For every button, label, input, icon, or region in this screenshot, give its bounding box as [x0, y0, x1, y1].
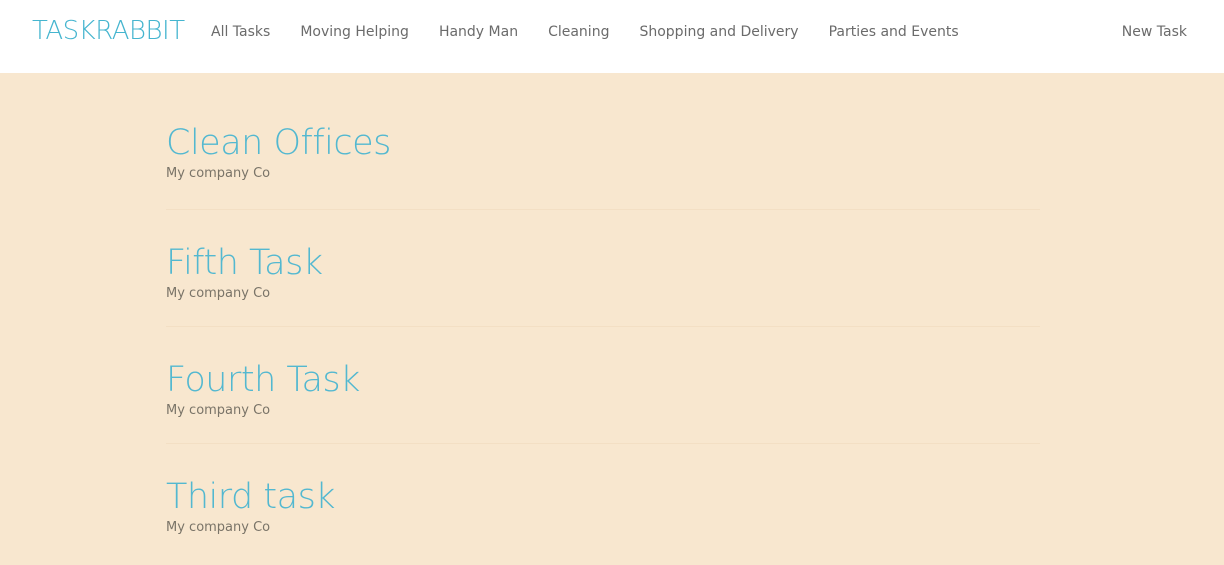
nav-link-handy-man[interactable]: Handy Man [439, 24, 518, 40]
task-company: My company Co [166, 520, 271, 535]
task-company: My company Co [166, 286, 271, 301]
list-item: Fourth Task My company Co [166, 327, 1040, 444]
list-item: Third task My company Co [166, 444, 1040, 561]
brand-logo-link[interactable]: TASKRABBIT [32, 16, 185, 46]
task-company: My company Co [166, 166, 271, 181]
task-title-link[interactable]: Clean Offices [166, 123, 391, 163]
nav-link-cleaning[interactable]: Cleaning [548, 24, 609, 40]
category-nav: All Tasks Moving Helping Handy Man Clean… [211, 24, 989, 40]
nav-link-shopping-delivery[interactable]: Shopping and Delivery [639, 24, 798, 40]
task-title-link[interactable]: Third task [166, 477, 336, 517]
task-company: My company Co [166, 403, 271, 418]
list-item: Fifth Task My company Co [166, 210, 1040, 327]
new-task-link[interactable]: New Task [1122, 24, 1187, 40]
nav-link-all-tasks[interactable]: All Tasks [211, 24, 270, 40]
task-title-link[interactable]: Fifth Task [166, 243, 323, 283]
task-list: Clean Offices My company Co Fifth Task M… [166, 73, 1040, 561]
task-title-link[interactable]: Fourth Task [166, 360, 360, 400]
list-item: Clean Offices My company Co [166, 73, 1040, 210]
nav-link-moving-helping[interactable]: Moving Helping [300, 24, 409, 40]
top-navbar: TASKRABBIT All Tasks Moving Helping Hand… [0, 0, 1224, 73]
nav-link-parties-events[interactable]: Parties and Events [829, 24, 959, 40]
